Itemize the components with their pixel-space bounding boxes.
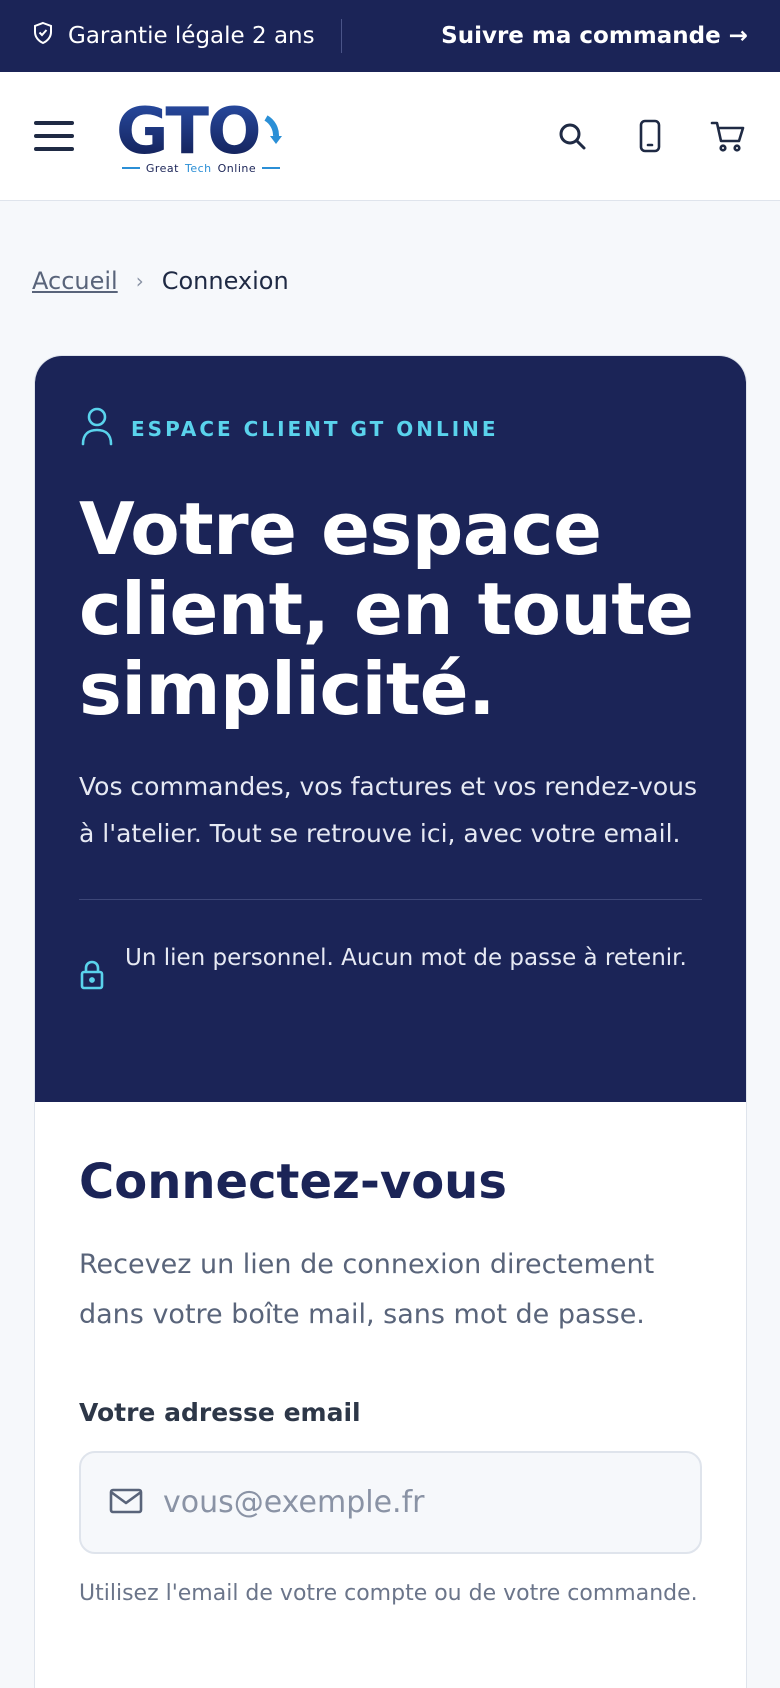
mail-icon: [109, 1487, 143, 1519]
email-help-text: Utilisez l'email de votre compte ou de v…: [79, 1581, 698, 1606]
breadcrumb: Accueil › Connexion: [0, 267, 780, 295]
hero-eyebrow: ESPACE CLIENT GT ONLINE: [79, 406, 702, 451]
hero-eyebrow-text: ESPACE CLIENT GT ONLINE: [131, 416, 499, 441]
cart-icon[interactable]: [710, 118, 746, 154]
hero-security-note: Un lien personnel. Aucun mot de passe à …: [79, 938, 702, 1004]
logo-mark: GTO: [116, 98, 282, 160]
email-label: Votre adresse email: [79, 1398, 361, 1427]
login-form: Connectez-vous Recevez un lien de connex…: [35, 1102, 746, 1613]
email-field-wrapper[interactable]: [79, 1451, 702, 1554]
shield-check-icon: [32, 21, 54, 51]
breadcrumb-home-link[interactable]: Accueil: [32, 267, 118, 295]
guarantee-notice: Garantie légale 2 ans: [32, 21, 315, 51]
hamburger-menu-icon[interactable]: [34, 121, 74, 151]
logo-tagline: Great Tech Online: [121, 162, 281, 175]
hero-note-text: Un lien personnel. Aucun mot de passe à …: [125, 945, 687, 971]
login-card: ESPACE CLIENT GT ONLINE Votre espace cli…: [34, 355, 747, 1688]
login-hero-panel: ESPACE CLIENT GT ONLINE Votre espace cli…: [35, 356, 746, 1102]
svg-text:GTO: GTO: [116, 98, 259, 160]
site-logo[interactable]: GTO Great Tech Online: [116, 98, 286, 175]
hero-divider: [79, 899, 702, 900]
hero-title: Votre espace client, en toute simplicité…: [79, 487, 694, 731]
form-subtitle: Recevez un lien de connexion directement…: [79, 1249, 655, 1330]
site-header: GTO Great Tech Online: [0, 72, 780, 201]
email-input[interactable]: [163, 1485, 672, 1520]
topbar-divider: [340, 19, 342, 53]
phone-icon[interactable]: [632, 118, 668, 154]
breadcrumb-current: Connexion: [161, 267, 289, 295]
lock-icon: [79, 960, 105, 1004]
top-announcement-bar: Garantie légale 2 ans Suivre ma commande…: [0, 0, 780, 72]
form-title: Connectez-vous: [79, 1154, 507, 1210]
hero-lead: Vos commandes, vos factures et vos rende…: [79, 772, 697, 848]
user-icon: [79, 406, 115, 451]
guarantee-text: Garantie légale 2 ans: [68, 23, 315, 49]
search-icon[interactable]: [554, 118, 590, 154]
breadcrumb-separator: ›: [135, 269, 144, 293]
track-order-link[interactable]: Suivre ma commande →: [441, 23, 748, 49]
